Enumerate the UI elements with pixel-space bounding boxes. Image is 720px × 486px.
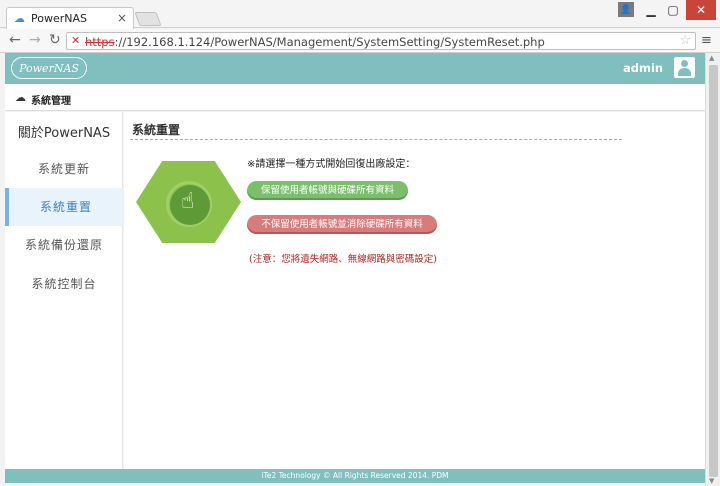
url-scheme: https [85, 35, 115, 49]
url-path: ://192.168.1.124/PowerNAS/Management/Sys… [114, 35, 545, 49]
address-bar[interactable]: ✕ https://192.168.1.124/PowerNAS/Managem… [66, 32, 696, 50]
reset-hexagon-icon: ☝ [136, 161, 241, 243]
app-header: PowerNAS admin [5, 53, 705, 84]
title-divider [130, 139, 622, 140]
main-content: 系統重置 ☝ ※請選擇一種方式開始回復出廠設定： 保留使用者帳號與硬碟所有資料 … [124, 112, 705, 469]
user-avatar-icon[interactable] [674, 57, 695, 78]
sidebar-item-control-panel[interactable]: 系統控制台 [5, 265, 123, 303]
tab-close-icon[interactable]: × [117, 11, 127, 25]
reset-instruction: ※請選擇一種方式開始回復出廠設定： [247, 159, 416, 170]
tab-title: PowerNAS [31, 12, 87, 25]
sidebar-title[interactable]: 關於PowerNAS [5, 122, 123, 141]
vertical-scrollbar[interactable]: ▲ ▼ [705, 53, 720, 486]
browser-tab[interactable]: ☁ PowerNAS × [6, 7, 134, 29]
browser-toolbar: ← → ↻ ✕ https://192.168.1.124/PowerNAS/M… [0, 29, 720, 53]
scroll-up-arrow-icon[interactable]: ▲ [709, 54, 714, 62]
page-title: 系統重置 [132, 123, 181, 137]
back-arrow-icon[interactable]: ← [9, 32, 21, 48]
powernas-logo[interactable]: PowerNAS [11, 57, 87, 79]
cloud-icon: ☁ [14, 12, 25, 25]
sidebar-item-system-update[interactable]: 系統更新 [5, 150, 123, 188]
sidebar: 關於PowerNAS 系統更新 系統重置 系統備份還原 系統控制台 [5, 112, 123, 469]
avatar-head [681, 60, 688, 67]
maximize-icon[interactable]: ▢ [662, 0, 684, 20]
warning-note: (注意：您將遺失網路、無線網路與密碼設定) [249, 254, 437, 265]
profile-icon[interactable]: 👤 [618, 2, 634, 17]
hamburger-menu-icon[interactable]: ≡ [701, 33, 712, 48]
username-label[interactable]: admin [623, 61, 663, 75]
sidebar-item-system-backup[interactable]: 系統備份還原 [5, 226, 123, 264]
bookmark-star-icon[interactable]: ☆ [679, 33, 691, 48]
close-window-icon[interactable]: ✕ [686, 0, 716, 20]
erase-data-reset-button[interactable]: 不保留使用者帳號並消除硬碟所有資料 [247, 215, 437, 234]
scroll-down-arrow-icon[interactable]: ▼ [709, 477, 714, 485]
new-tab-button[interactable] [134, 12, 162, 26]
scrollbar-thumb[interactable] [709, 65, 718, 477]
keep-data-reset-button[interactable]: 保留使用者帳號與硬碟所有資料 [247, 181, 408, 200]
avatar-body [678, 68, 691, 76]
breadcrumb: ☁ 系統管理 [5, 84, 705, 111]
reload-icon[interactable]: ↻ [49, 32, 61, 48]
url-text: https://192.168.1.124/PowerNAS/Managemen… [85, 35, 545, 49]
insecure-lock-icon[interactable]: ✕ [71, 34, 80, 47]
footer: iTe2 Technology © All Rights Reserved 20… [5, 469, 705, 483]
cloud-icon: ☁ [15, 91, 26, 104]
minimize-icon[interactable]: ▁ [640, 0, 662, 20]
pointing-hand-icon: ☝ [181, 189, 195, 214]
browser-titlebar: ☁ PowerNAS × 👤 ▁ ▢ ✕ [0, 0, 720, 29]
forward-arrow-icon[interactable]: → [29, 32, 41, 48]
sidebar-item-system-reset[interactable]: 系統重置 [5, 188, 123, 226]
breadcrumb-label: 系統管理 [31, 96, 71, 107]
